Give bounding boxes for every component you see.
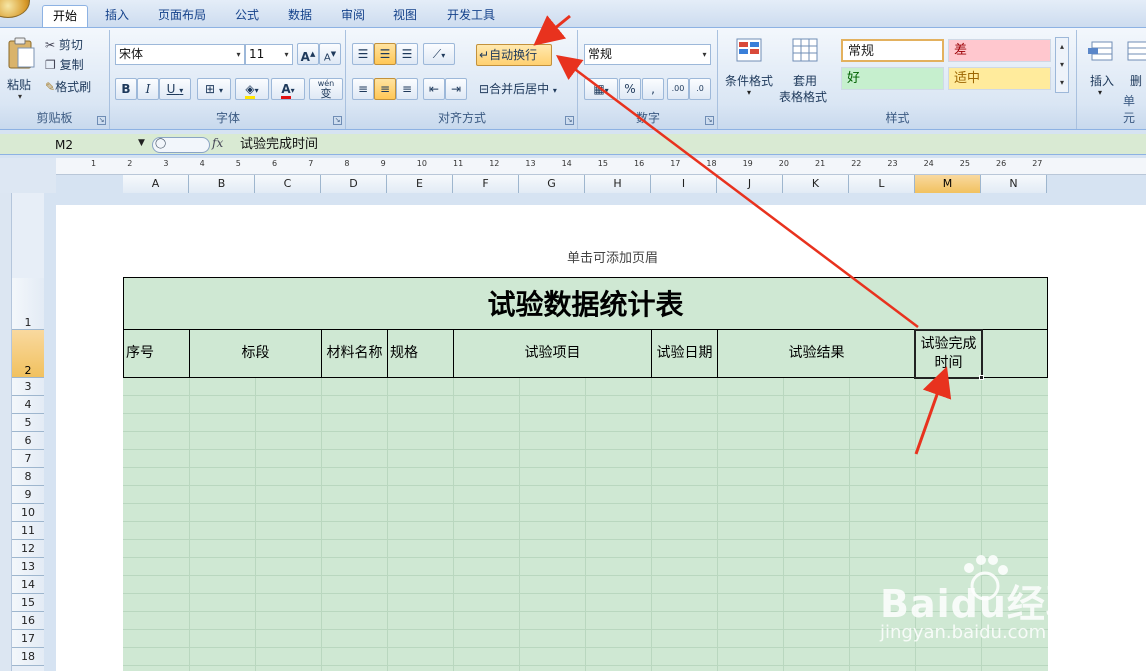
arrow-to-selected-cell xyxy=(914,366,952,455)
annotation-arrows xyxy=(533,14,952,455)
arrow-cell-to-wrap-text xyxy=(556,54,919,328)
arrow-to-wrap-text xyxy=(533,14,571,46)
